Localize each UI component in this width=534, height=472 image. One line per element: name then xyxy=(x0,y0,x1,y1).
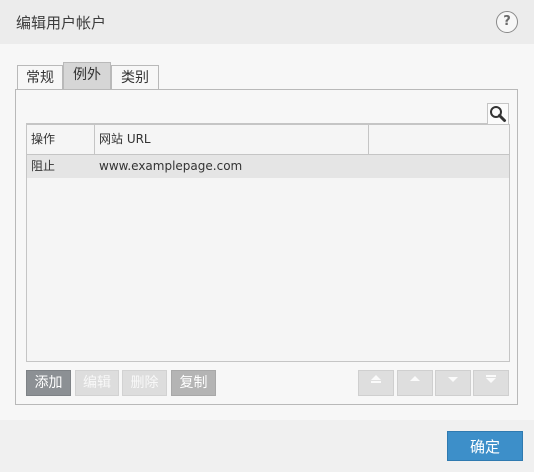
move-bottom-button[interactable] xyxy=(473,370,509,396)
edit-button[interactable]: 编辑 xyxy=(75,370,119,396)
table-row[interactable]: 阻止 www.examplepage.com xyxy=(27,155,509,178)
move-bottom-icon xyxy=(486,375,496,383)
dialog-content: 常规 例外 类别 操作 网站 URL 阻止 www.examplepage.co… xyxy=(0,44,534,420)
column-header-extra[interactable] xyxy=(369,125,509,154)
move-down-button[interactable] xyxy=(435,370,471,396)
tab-categories[interactable]: 类别 xyxy=(111,65,159,91)
copy-button[interactable]: 复制 xyxy=(171,370,216,396)
move-up-button[interactable] xyxy=(397,370,433,396)
exceptions-table: 操作 网站 URL 阻止 www.examplepage.com xyxy=(26,124,510,362)
move-up-icon xyxy=(410,376,420,381)
move-top-button[interactable] xyxy=(358,370,394,396)
move-top-icon xyxy=(371,375,381,383)
tab-exceptions[interactable]: 例外 xyxy=(63,62,111,89)
tab-general[interactable]: 常规 xyxy=(17,65,63,91)
ok-button[interactable]: 确定 xyxy=(447,431,523,461)
row-url: www.examplepage.com xyxy=(99,159,243,173)
delete-button[interactable]: 删除 xyxy=(122,370,167,396)
title-bar: 编辑用户帐户 ? xyxy=(0,0,534,44)
search-icon xyxy=(490,106,506,122)
window-title: 编辑用户帐户 xyxy=(16,14,107,32)
help-icon[interactable]: ? xyxy=(496,11,518,33)
table-header: 操作 网站 URL xyxy=(27,125,509,155)
row-action: 阻止 xyxy=(31,159,56,173)
search-button[interactable] xyxy=(487,103,509,125)
move-down-icon xyxy=(448,377,458,382)
column-header-action[interactable]: 操作 xyxy=(27,125,95,154)
column-header-url[interactable]: 网站 URL xyxy=(95,125,369,154)
add-button[interactable]: 添加 xyxy=(26,370,71,396)
tab-panel: 操作 网站 URL 阻止 www.examplepage.com 添加 编辑 删… xyxy=(15,89,518,405)
